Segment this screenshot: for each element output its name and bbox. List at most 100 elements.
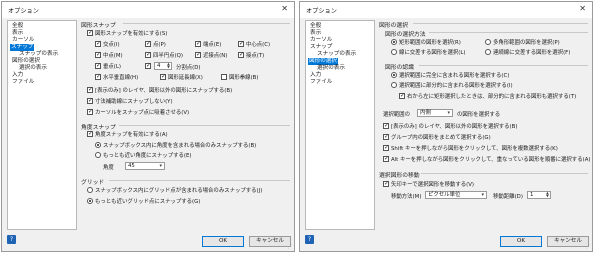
checkbox-box[interactable]	[383, 144, 389, 151]
tree-item-snap[interactable]: スナップ	[10, 44, 35, 51]
move-distance-stepper[interactable]: 1 ▲ ▼	[527, 191, 551, 199]
snap-extension-checkbox[interactable]: 図形延長線(X)	[160, 73, 203, 81]
radio-circle[interactable]	[485, 49, 491, 55]
polygon-range-radio[interactable]: 多角形範囲の図形を選択(P)	[485, 38, 560, 46]
snap-center-checkbox[interactable]: 中心点(C)	[238, 40, 270, 48]
tree-item-cursor[interactable]: カーソル	[11, 37, 35, 44]
snap-intersection-checkbox[interactable]: 交点(I)	[95, 40, 120, 48]
resize-grip-icon[interactable]: ⋰	[586, 244, 591, 250]
tree-item-snap-display[interactable]: スナップの表示	[316, 51, 357, 58]
radio-circle[interactable]	[485, 39, 491, 45]
line-cross-radio[interactable]: 線に交差する図形を選択(L)	[391, 48, 466, 56]
checkbox-box[interactable]	[95, 62, 101, 69]
help-icon[interactable]: ?	[305, 235, 314, 244]
checkbox-box[interactable]	[95, 40, 101, 47]
enable-shape-snap-checkbox[interactable]: 図形スナップを有効にする(S)	[87, 29, 167, 37]
shift-click-checkbox[interactable]: Shift キーを押しながら図形をクリックして、図形を複数選択する(K)	[383, 144, 558, 152]
ok-button[interactable]: OK	[500, 236, 542, 247]
snap-boundary-checkbox[interactable]: 図形拳線(B)	[221, 73, 258, 81]
angle-select[interactable]: 45 ▾	[125, 162, 165, 170]
checkbox-box[interactable]	[238, 51, 244, 58]
snap-midpoint-checkbox[interactable]: 中点(M)	[95, 51, 123, 59]
tree-item-input[interactable]: 入力	[309, 72, 322, 79]
right-to-left-checkbox[interactable]: 右から左に矩形選択したときは、部分的に含まれる図形も選択する(T)	[399, 92, 576, 100]
radio-circle[interactable]	[391, 72, 397, 78]
radio-circle[interactable]	[95, 152, 101, 158]
grid-nearest-radio[interactable]: もっとも近いグリッド点にスナップする(G)	[87, 197, 200, 205]
checkbox-box[interactable]	[145, 51, 151, 58]
checkbox-box[interactable]	[383, 155, 389, 162]
no-dimension-aux-checkbox[interactable]: 寸法補助線にスナップしない(Y)	[87, 97, 173, 105]
tree-item-shape-select[interactable]: 図形の選択	[308, 58, 338, 65]
spin-arrows-icon[interactable]: ▲ ▼	[545, 191, 550, 198]
checkbox-box[interactable]	[95, 73, 101, 80]
checkbox-box[interactable]	[87, 130, 93, 137]
snap-tangent-checkbox[interactable]: 接点(T)	[238, 51, 264, 59]
tree-item-snap[interactable]: スナップ	[309, 44, 333, 51]
chevron-down-icon[interactable]: ▾	[481, 192, 484, 198]
checkbox-box[interactable]	[145, 62, 151, 69]
snap-point-checkbox[interactable]: 点(P)	[145, 40, 166, 48]
checkbox-box[interactable]	[95, 51, 101, 58]
group-select-checkbox[interactable]: グループ内の図形をまとめて選択する(G)	[383, 133, 491, 141]
radio-circle[interactable]	[95, 142, 101, 148]
enable-angle-snap-checkbox[interactable]: 角度スナップを有効にする(A)	[87, 130, 168, 138]
checkbox-box[interactable]	[160, 73, 166, 80]
checkbox-box[interactable]	[87, 108, 93, 115]
tree-item-display[interactable]: 表示	[11, 30, 24, 37]
tree-item-select-display[interactable]: 選択の表示	[18, 65, 48, 72]
cursor-attract-checkbox[interactable]: カーソルをスナップ点に吸着させる(V)	[87, 108, 189, 116]
tree-item-snap-display[interactable]: スナップの表示	[18, 51, 59, 58]
checkbox-box[interactable]	[195, 40, 201, 47]
move-method-select[interactable]: ピクセル単位 ▾	[425, 191, 487, 199]
spin-arrows-icon[interactable]: ▲ ▼	[166, 62, 171, 69]
close-icon[interactable]: ✕	[281, 4, 288, 13]
resize-grip-icon[interactable]: ⋰	[288, 244, 293, 250]
tree-item-display[interactable]: 表示	[309, 30, 322, 37]
partially-inside-radio[interactable]: 選択範囲に部分的に含まれる図形を選択する(I)	[391, 81, 513, 89]
tree-item-general[interactable]: 全般	[309, 23, 322, 30]
snap-horizontal-vertical-checkbox[interactable]: 水平垂直線(H)	[95, 73, 138, 81]
alt-click-checkbox[interactable]: Alt キーを押しながら図形をクリックして、重なっている図形を順番に選択する(A…	[383, 155, 591, 163]
tree-item-input[interactable]: 入力	[11, 72, 24, 79]
tree-item-file[interactable]: ファイル	[11, 79, 35, 86]
checkbox-box[interactable]	[383, 133, 389, 140]
tree-item-cursor[interactable]: カーソル	[309, 37, 333, 44]
snap-perpendicular-checkbox[interactable]: 垂点(L)	[95, 62, 121, 70]
tree-item-file[interactable]: ファイル	[309, 79, 333, 86]
snap-divide-checkbox[interactable]	[145, 62, 153, 70]
chevron-down-icon[interactable]: ▾	[159, 163, 162, 169]
radio-circle[interactable]	[87, 198, 93, 204]
chevron-down-icon[interactable]: ▾	[447, 110, 450, 116]
grid-only-in-box-radio[interactable]: スナップボックス内にグリッド点が含まれる場合のみスナップする(J)	[87, 186, 262, 194]
checkbox-box[interactable]	[221, 74, 227, 80]
checkbox-box[interactable]	[195, 51, 201, 58]
close-icon[interactable]: ✕	[579, 4, 586, 13]
help-icon[interactable]: ?	[7, 235, 16, 244]
tree-item-general[interactable]: 全般	[11, 23, 24, 30]
select-current-layer-checkbox[interactable]: [表示のみ] のレイヤ、図形以外の図形を選択する(B)	[383, 122, 517, 130]
cancel-button[interactable]: キャンセル	[249, 236, 291, 247]
angle-only-in-box-radio[interactable]: スナップボックス内に角度を含まれる場合のみスナップする(B)	[95, 141, 256, 149]
tree-item-shape-select[interactable]: 図形の選択	[11, 58, 41, 65]
checkbox-box[interactable]	[87, 86, 93, 93]
checkbox-box[interactable]	[238, 40, 244, 47]
radio-circle[interactable]	[391, 82, 397, 88]
checkbox-box[interactable]	[383, 122, 389, 129]
cancel-button[interactable]: キャンセル	[547, 236, 589, 247]
arrow-keys-move-checkbox[interactable]: 矢印キーで選択図形を移動する(V)	[383, 180, 474, 188]
checkbox-box[interactable]	[399, 92, 405, 99]
divide-count-stepper[interactable]: 4 ▲ ▼	[154, 62, 172, 70]
angle-nearest-radio[interactable]: もっとも近い角度にスナップする(E)	[95, 151, 191, 159]
tree-item-select-display[interactable]: 選択の表示	[316, 65, 346, 72]
radio-circle[interactable]	[391, 39, 397, 45]
checkbox-box[interactable]	[87, 29, 93, 36]
fully-inside-radio[interactable]: 選択範囲に完全に含まれる図形を選択する(C)	[391, 71, 509, 79]
snap-quadrant-checkbox[interactable]: 四半円点(Q)	[145, 51, 183, 59]
checkbox-box[interactable]	[145, 40, 151, 47]
snap-nearest-checkbox[interactable]: 近接点(N)	[195, 51, 227, 59]
radio-circle[interactable]	[391, 49, 397, 55]
snap-current-layer-checkbox[interactable]: [表示のみ] のレイヤ、図形以外の図形にスナップする(B)	[87, 86, 232, 94]
ok-button[interactable]: OK	[202, 236, 244, 247]
radio-circle[interactable]	[87, 187, 93, 193]
